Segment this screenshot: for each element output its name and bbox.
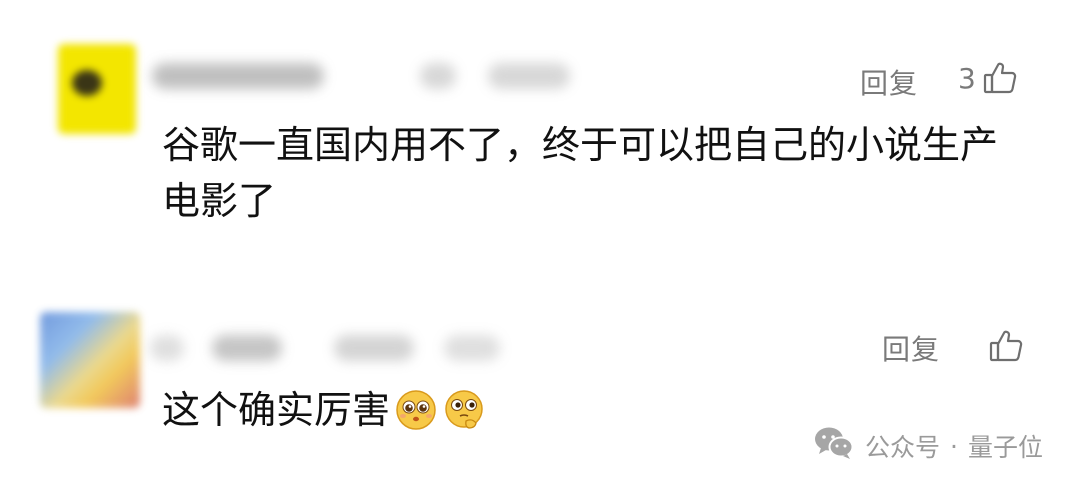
- watermark: 公众号 · 量子位: [813, 425, 1043, 467]
- like-button[interactable]: 3: [958, 60, 1018, 96]
- comment-text: 这个确实厉害: [162, 388, 391, 432]
- thinking-face-emoji: [442, 388, 486, 432]
- user-meta-blurred: [488, 63, 570, 89]
- pleading-face-emoji: [394, 388, 438, 432]
- user-meta-blurred: [334, 335, 414, 361]
- comment-item: 回复 3 谷歌一直国内用不了，终于可以把自己的小说生产电影了: [0, 0, 1079, 290]
- reply-button[interactable]: 回复: [860, 62, 918, 102]
- thumbs-up-icon: [988, 328, 1024, 364]
- watermark-separator: ·: [950, 431, 958, 461]
- username-blurred[interactable]: [152, 63, 324, 89]
- comment-text-row: 这个确实厉害: [162, 382, 486, 438]
- wechat-icon: [813, 425, 865, 467]
- thumbs-up-icon: [982, 60, 1018, 96]
- watermark-platform: 公众号: [865, 433, 941, 462]
- avatar[interactable]: [40, 312, 140, 408]
- username-blurred[interactable]: [212, 335, 282, 361]
- like-count: 3: [958, 61, 976, 95]
- avatar-blurred-content: [72, 70, 102, 96]
- avatar[interactable]: [58, 44, 136, 134]
- username-blurred[interactable]: [150, 335, 184, 361]
- user-meta-blurred: [420, 63, 456, 89]
- watermark-account: 量子位: [967, 433, 1043, 462]
- like-button[interactable]: [988, 328, 1024, 364]
- reply-button[interactable]: 回复: [882, 328, 940, 368]
- user-meta-blurred: [444, 335, 500, 361]
- comment-text: 谷歌一直国内用不了，终于可以把自己的小说生产电影了: [162, 123, 999, 223]
